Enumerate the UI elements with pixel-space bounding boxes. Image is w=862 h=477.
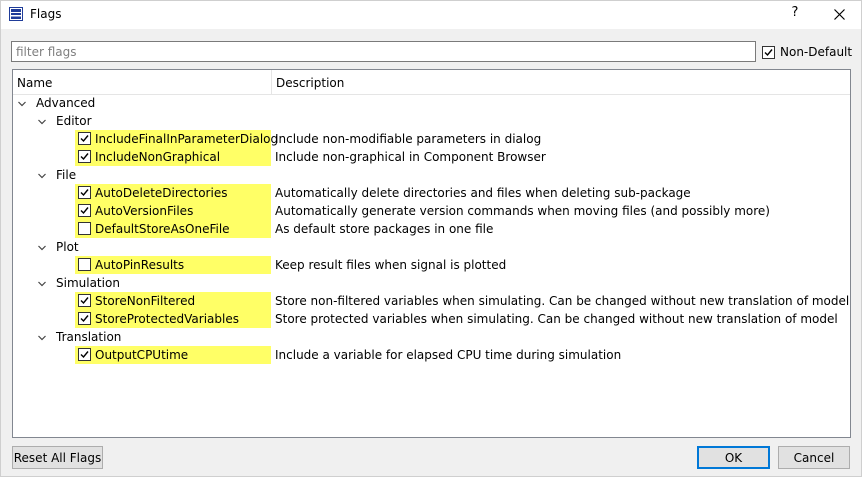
flag-checkbox[interactable] (78, 132, 91, 145)
flag-name: StoreNonFiltered (95, 294, 196, 308)
category-label: Simulation (56, 276, 120, 290)
flag-name: IncludeFinalInParameterDialog (95, 132, 279, 146)
check-icon (80, 189, 89, 197)
flag-checkbox[interactable] (78, 294, 91, 307)
filter-input[interactable] (11, 41, 756, 62)
flag-row[interactable]: StoreProtectedVariables Store protected … (13, 310, 850, 328)
flag-description: Store non-filtered variables when simula… (275, 294, 850, 308)
close-icon (834, 9, 845, 23)
flag-row[interactable]: DefaultStoreAsOneFile As default store p… (13, 220, 850, 238)
column-separator[interactable] (271, 70, 272, 94)
check-icon (80, 135, 89, 143)
flag-checkbox[interactable] (78, 186, 91, 199)
check-icon (80, 315, 89, 323)
tree-rows: Advanced Editor IncludeFinalInParameterD… (13, 94, 850, 364)
flag-row[interactable]: IncludeNonGraphical Include non-graphica… (13, 148, 850, 166)
non-default-checkbox[interactable]: Non-Default (762, 44, 852, 60)
check-icon (80, 297, 89, 305)
check-icon (80, 207, 89, 215)
flag-description: Include non-modifiable parameters in dia… (275, 132, 542, 146)
non-default-check[interactable] (762, 45, 775, 59)
tree-category-translation[interactable]: Translation (13, 328, 850, 346)
chevron-down-icon[interactable] (37, 116, 47, 126)
flag-description: Keep result files when signal is plotted (275, 258, 507, 272)
flag-description: Store protected variables when simulatin… (275, 312, 838, 326)
flag-row[interactable]: AutoPinResults Keep result files when si… (13, 256, 850, 274)
chevron-down-icon[interactable] (37, 278, 47, 288)
flag-checkbox[interactable] (78, 150, 91, 163)
category-label: File (56, 168, 77, 182)
flag-name: AutoVersionFiles (95, 204, 194, 218)
flag-description: As default store packages in one file (275, 222, 494, 236)
flag-name: DefaultStoreAsOneFile (95, 222, 230, 236)
cancel-button[interactable]: Cancel (778, 446, 850, 469)
column-header-description[interactable]: Description (276, 76, 344, 90)
chevron-down-icon[interactable] (37, 170, 47, 180)
non-default-label: Non-Default (780, 45, 853, 59)
flag-name: OutputCPUtime (95, 348, 189, 362)
tree-header: Name Description (13, 70, 850, 95)
flag-name: AutoPinResults (95, 258, 185, 272)
chevron-down-icon[interactable] (17, 98, 27, 108)
category-label: Plot (56, 240, 79, 254)
tree-category-editor[interactable]: Editor (13, 112, 850, 130)
title-bar: Flags ? (1, 1, 861, 29)
ok-button[interactable]: OK (697, 446, 770, 469)
chevron-down-icon[interactable] (37, 332, 47, 342)
flag-description: Include a variable for elapsed CPU time … (275, 348, 622, 362)
flag-description: Automatically delete directories and fil… (275, 186, 691, 200)
close-button[interactable] (826, 3, 852, 25)
flag-name: AutoDeleteDirectories (95, 186, 228, 200)
flag-row[interactable]: AutoDeleteDirectories Automatically dele… (13, 184, 850, 202)
window-title: Flags (30, 7, 62, 21)
flag-name: StoreProtectedVariables (95, 312, 239, 326)
column-header-name[interactable]: Name (17, 76, 52, 90)
tree-root-advanced[interactable]: Advanced (13, 94, 850, 112)
root-label: Advanced (36, 96, 96, 110)
tree-category-file[interactable]: File (13, 166, 850, 184)
check-icon (80, 153, 89, 161)
category-label: Translation (56, 330, 122, 344)
reset-all-flags-button[interactable]: Reset All Flags (12, 446, 103, 469)
check-icon (764, 48, 773, 56)
flag-description: Include non-graphical in Component Brows… (275, 150, 546, 164)
flag-checkbox[interactable] (78, 258, 91, 271)
help-button[interactable]: ? (787, 5, 803, 23)
flag-name: IncludeNonGraphical (95, 150, 221, 164)
flags-window-icon (9, 7, 23, 21)
tree-category-simulation[interactable]: Simulation (13, 274, 850, 292)
tree-category-plot[interactable]: Plot (13, 238, 850, 256)
flag-checkbox[interactable] (78, 222, 91, 235)
flag-row[interactable]: AutoVersionFiles Automatically generate … (13, 202, 850, 220)
flag-row[interactable]: IncludeFinalInParameterDialog Include no… (13, 130, 850, 148)
flag-description: Automatically generate version commands … (275, 204, 770, 218)
flag-checkbox[interactable] (78, 204, 91, 217)
flags-tree[interactable]: Name Description Advanced Editor Include… (12, 69, 851, 438)
chevron-down-icon[interactable] (37, 242, 47, 252)
check-icon (80, 351, 89, 359)
flag-row[interactable]: StoreNonFiltered Store non-filtered vari… (13, 292, 850, 310)
category-label: Editor (56, 114, 92, 128)
flag-checkbox[interactable] (78, 312, 91, 325)
flag-checkbox[interactable] (78, 348, 91, 361)
flag-row[interactable]: OutputCPUtime Include a variable for ela… (13, 346, 850, 364)
flags-dialog: Flags ? Non-Default Name Description (0, 0, 862, 477)
